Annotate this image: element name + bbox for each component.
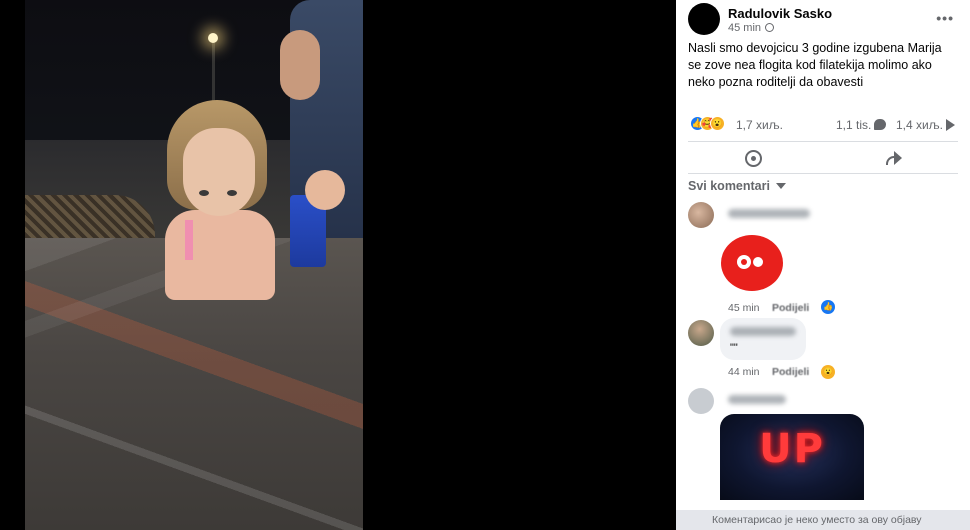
post-meta: 45 min [728,22,775,34]
comment-share-link[interactable]: Podijeli [772,366,809,378]
comment-bubble-icon [874,119,887,130]
share-count[interactable]: 1,4 хиљ. [896,118,955,132]
post-stats: 👍🥰😮 1,7 хиљ. 1,1 tis. 1,4 хиљ. [688,114,958,136]
divider [688,141,958,142]
comment-filter-dropdown[interactable]: Svi komentari [688,179,786,193]
chevron-down-icon [775,183,786,189]
post-header: Radulovik Sasko 45 min ••• [688,2,958,36]
commenter-name-blurred[interactable] [728,395,786,404]
child-hand [305,170,345,210]
child-swimsuit-strap [185,220,193,260]
whatsapp-button[interactable] [688,147,818,169]
post-photo[interactable] [25,0,363,530]
child-body [165,210,275,300]
share-count-label: 1,4 хиљ. [896,118,943,132]
wow-reaction-icon[interactable]: 😮 [821,365,835,379]
commenter-avatar[interactable] [688,202,714,228]
photo-child [155,100,345,300]
post-time[interactable]: 45 min [728,22,761,34]
share-arrow-icon [945,119,955,131]
post-actions [688,143,958,173]
share-icon [884,151,902,165]
child-face [183,128,255,216]
commenter-avatar[interactable] [688,320,714,346]
gif-up-text: UP [759,426,825,472]
author-avatar[interactable] [688,3,720,35]
post-text: Nasli smo devojcicu 3 godine izgubena Ma… [688,41,942,89]
globe-icon [765,23,775,32]
comment-count[interactable]: 1,1 tis. [836,118,887,132]
more-options-icon[interactable]: ••• [936,10,954,26]
child-eye-left [199,190,209,196]
comment-time[interactable]: 44 min [728,366,760,378]
commenter-name-blurred[interactable] [730,327,796,336]
comment-sticker[interactable] [721,235,783,291]
sticker-eye-icon [753,257,763,267]
commenter-name-blurred[interactable] [728,209,810,218]
comment-share-link[interactable]: Podijeli [772,302,809,314]
sticker-pupil [741,259,747,265]
comment-count-label: 1,1 tis. [836,118,872,132]
whatsapp-icon [744,149,762,167]
comment-time[interactable]: 45 min [728,302,760,314]
like-reaction-icon[interactable]: 👍 [821,300,835,314]
comment-gif[interactable]: UP [720,414,864,500]
photo-street-lamp [208,33,218,43]
sticker-eye-icon [737,255,751,269]
divider [688,173,958,174]
facebook-photo-viewer: Radulovik Sasko 45 min ••• Nasli smo dev… [0,0,970,530]
author-name[interactable]: Radulovik Sasko [728,6,832,21]
bottom-notice-text: Коментарисао је неко уместо за ову објав… [712,514,922,526]
reaction-count[interactable]: 1,7 хиљ. [736,118,783,132]
comment-filter-label: Svi komentari [688,179,770,193]
photo-adult-arm [280,30,320,100]
default-avatar-icon[interactable] [688,388,714,414]
comment-text: "" [730,342,738,354]
post-side-panel: Radulovik Sasko 45 min ••• Nasli smo dev… [676,0,970,530]
reaction-icons[interactable]: 👍🥰😮 [690,116,725,132]
child-eye-right [227,190,237,196]
share-button[interactable] [828,147,958,169]
wow-reaction-icon: 😮 [710,116,725,131]
